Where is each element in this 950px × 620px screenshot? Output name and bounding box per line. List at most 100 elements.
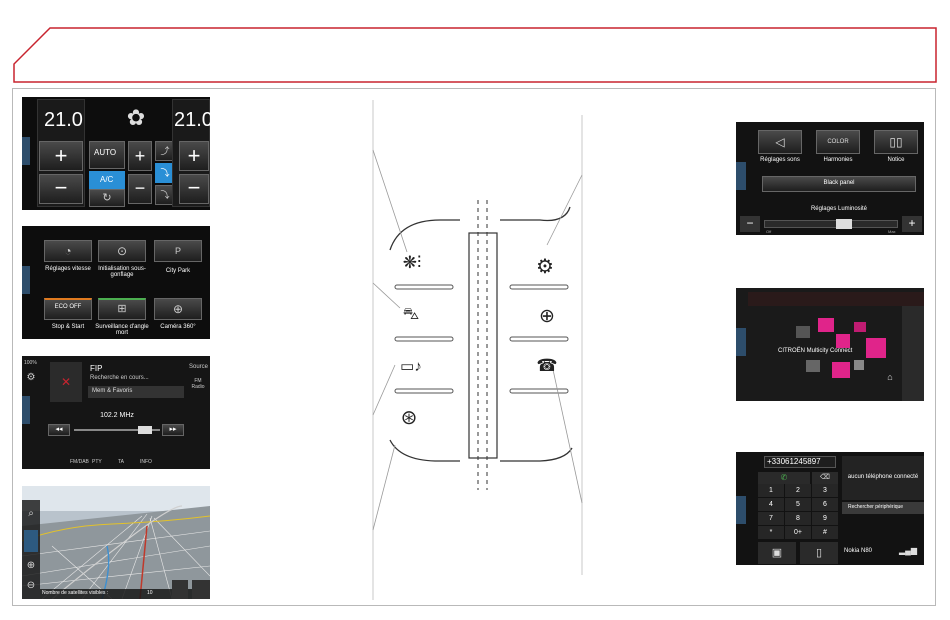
signal-icon: ▂▄▆ — [899, 545, 917, 555]
climate-screen: 21.0 + − ✿ AUTO A/C ↻ + − ⤴ ⤵ ⤵ 21.0 + − — [22, 97, 210, 210]
keypad-key[interactable]: * — [758, 526, 784, 539]
tab-pty[interactable]: PTY — [92, 459, 102, 465]
call-log-button[interactable]: ▯ — [800, 542, 838, 564]
frequency: 102.2 MHz — [100, 412, 134, 419]
compass-button[interactable] — [172, 580, 188, 599]
contacts-button[interactable]: ▣ — [758, 542, 796, 564]
brightness-thumb[interactable] — [836, 219, 852, 229]
connect-tile — [854, 322, 866, 332]
sound-settings-button[interactable]: ◁ — [758, 130, 802, 154]
city-park-button[interactable]: P — [154, 240, 202, 262]
station-status: Recherche en cours... — [90, 375, 149, 381]
side-tab[interactable] — [22, 266, 30, 294]
phone-screen: +33061245897 ✆ ⌫ 1 2 3 4 5 6 7 8 9 * 0+ # ▣ ▯ aucun… — [736, 452, 924, 565]
satellites-value: 10 — [147, 590, 153, 596]
eco-off-badge: ECO OFF — [54, 304, 82, 310]
next-button[interactable]: ▸▸ — [162, 424, 184, 436]
auto-label: AUTO — [94, 148, 117, 157]
keypad-key[interactable]: 4 — [758, 498, 784, 511]
brightness-minus-button[interactable]: − — [740, 216, 760, 232]
speed-settings-button[interactable]: ◔ — [44, 240, 92, 262]
gear-icon[interactable]: ⚙ — [24, 370, 38, 384]
source-label: Source — [189, 364, 209, 370]
keypad-key[interactable]: 9 — [812, 512, 838, 525]
side-tab[interactable] — [736, 162, 746, 190]
station-name: FIP — [90, 364, 103, 373]
connect-tile — [836, 334, 850, 348]
keypad-key[interactable]: 1 — [758, 484, 784, 497]
radio-screen: 100% ⚙ ✕ FIP Recherche en cours... Mem &… — [22, 356, 210, 469]
tab-ta[interactable]: TA — [118, 459, 124, 465]
tyre-pressure-button[interactable]: ⊙ — [98, 240, 146, 262]
battery-percent: 100% — [24, 360, 37, 366]
section-banner — [13, 27, 937, 83]
brightness-plus-button[interactable]: + — [902, 216, 922, 232]
keypad-key[interactable]: 6 — [812, 498, 838, 511]
zoom-out-icon[interactable]: ⊖ — [24, 578, 38, 592]
keypad: 1 2 3 4 5 6 7 8 9 * 0+ # — [758, 484, 838, 540]
no-phone-label: aucun téléphone connecté — [847, 474, 919, 480]
navigation-screen: ⌕ ⊕ ⊖ Nombre de satellites visibles : 10 — [22, 486, 210, 599]
driving-screen: ◔ Réglages vitesse ⊙ Initialisation sous… — [22, 226, 210, 339]
tab-fm-dab[interactable]: FM/DAB — [70, 459, 89, 465]
connect-tile — [806, 360, 820, 372]
connect-tile — [854, 360, 864, 370]
fan-icon: ✿ — [126, 105, 146, 130]
keypad-key[interactable]: 8 — [785, 512, 811, 525]
fan-minus-button[interactable]: − — [128, 174, 152, 204]
left-temp-plus-button[interactable]: + — [39, 141, 83, 171]
keypad-key[interactable]: 7 — [758, 512, 784, 525]
side-tab[interactable] — [22, 396, 30, 424]
connect-icon[interactable]: ⊕ — [532, 303, 562, 329]
side-tab[interactable] — [24, 530, 38, 552]
brightness-label: Réglages Luminosité — [810, 206, 868, 212]
keypad-key[interactable]: 2 — [785, 484, 811, 497]
mute-icon: ✕ — [60, 375, 72, 389]
navigation-icon[interactable]: ⊛ — [394, 402, 424, 432]
call-button[interactable]: ✆ — [758, 472, 810, 484]
home-icon[interactable]: ⌂ — [882, 370, 898, 384]
connect-tile — [832, 362, 850, 378]
connect-right-panel — [902, 306, 924, 401]
harmonies-label: Harmonies — [823, 157, 853, 163]
camera-360-button[interactable]: ⊕ — [154, 298, 202, 320]
ac-label: A/C — [100, 175, 114, 184]
brightness-slider[interactable] — [764, 220, 898, 228]
side-tab[interactable] — [736, 496, 746, 524]
fan-plus-button[interactable]: + — [128, 141, 152, 171]
manual-button[interactable]: ▯▯ — [874, 130, 918, 154]
band-label[interactable]: FM Radio — [188, 378, 208, 390]
slider-thumb[interactable] — [138, 426, 152, 434]
blind-spot-button[interactable]: ⊞ — [98, 298, 146, 320]
left-temp-minus-button[interactable]: − — [39, 174, 83, 204]
settings-icon[interactable]: ⚙ — [528, 252, 562, 280]
connect-title: CITROËN Multicity Connect — [778, 348, 853, 354]
search-icon[interactable]: ⌕ — [24, 506, 38, 520]
tyre-pressure-label: Initialisation sous-gonflage — [98, 266, 146, 278]
side-tab[interactable] — [22, 137, 30, 165]
phone-icon[interactable]: ☎ — [532, 353, 562, 379]
keypad-key[interactable]: 5 — [785, 498, 811, 511]
harmonies-button[interactable]: COLOR — [816, 130, 860, 154]
car-icon[interactable]: ⛍ — [396, 304, 426, 326]
media-icon[interactable]: ▭♪ — [396, 355, 426, 377]
manual-label: Notice — [887, 157, 905, 163]
climate-icon[interactable]: ❋⫶ — [395, 250, 429, 276]
black-panel-label: Black panel — [823, 180, 855, 186]
zoom-in-icon[interactable]: ⊕ — [24, 558, 38, 572]
left-temp: 21.0 — [44, 109, 83, 131]
recirculation-button[interactable]: ↻ — [89, 189, 125, 207]
keypad-key[interactable]: 0+ — [785, 526, 811, 539]
right-temp-minus-button[interactable]: − — [179, 174, 209, 204]
map-mode-button[interactable] — [192, 580, 210, 599]
tab-info[interactable]: INFO — [140, 459, 152, 465]
previous-button[interactable]: ◂◂ — [48, 424, 70, 436]
keypad-key[interactable]: 3 — [812, 484, 838, 497]
keypad-key[interactable]: # — [812, 526, 838, 539]
connect-screen: CITROËN Multicity Connect ⌂ — [736, 288, 924, 401]
device-name: Nokia N80 — [844, 548, 873, 554]
right-temp: 21.0 — [174, 109, 210, 131]
side-tab[interactable] — [736, 328, 746, 356]
right-temp-plus-button[interactable]: + — [179, 141, 209, 171]
backspace-button[interactable]: ⌫ — [812, 472, 838, 484]
